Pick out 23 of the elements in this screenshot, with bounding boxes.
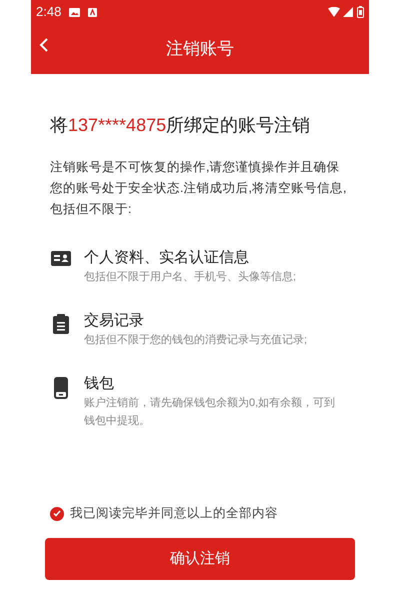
check-icon <box>53 510 61 518</box>
image-icon <box>69 8 80 16</box>
agreement-label: 我已阅读完毕并同意以上的全部内容 <box>70 505 278 522</box>
battery-icon <box>357 6 364 18</box>
item-title: 钱包 <box>84 374 115 394</box>
item-description: 账户注销前，请先确保钱包余额为0,如有余额，可到钱包中提现。 <box>84 396 336 429</box>
item-description: 包括但不限于用户名、手机号、头像等信息; <box>84 270 296 285</box>
wifi-icon <box>328 7 340 17</box>
account-heading: 将137****4875所绑定的账号注销 <box>50 114 312 137</box>
item-description: 包括但不限于您的钱包的消费记录与充值记录; <box>84 333 308 348</box>
phone-icon <box>54 377 68 399</box>
confirm-button[interactable]: 确认注销 <box>45 538 355 580</box>
clipboard-icon <box>53 314 69 334</box>
id-card-icon <box>51 251 71 266</box>
agree-checkbox[interactable] <box>50 506 64 521</box>
app-notification-icon <box>88 8 98 16</box>
intro-paragraph: 注销账号是不可恢复的操作,请您谨慎操作并且确保您的账号处于安全状态.注销成功后,将清空账号信息,包括但不限于: <box>50 159 348 218</box>
item-title: 交易记录 <box>84 311 145 331</box>
signal-icon <box>343 7 353 17</box>
back-icon[interactable] <box>39 37 49 53</box>
item-title: 个人资料、实名认证信息 <box>84 248 250 268</box>
page-title: 注销账号 <box>166 38 234 60</box>
status-time: 2:48 <box>36 3 62 22</box>
